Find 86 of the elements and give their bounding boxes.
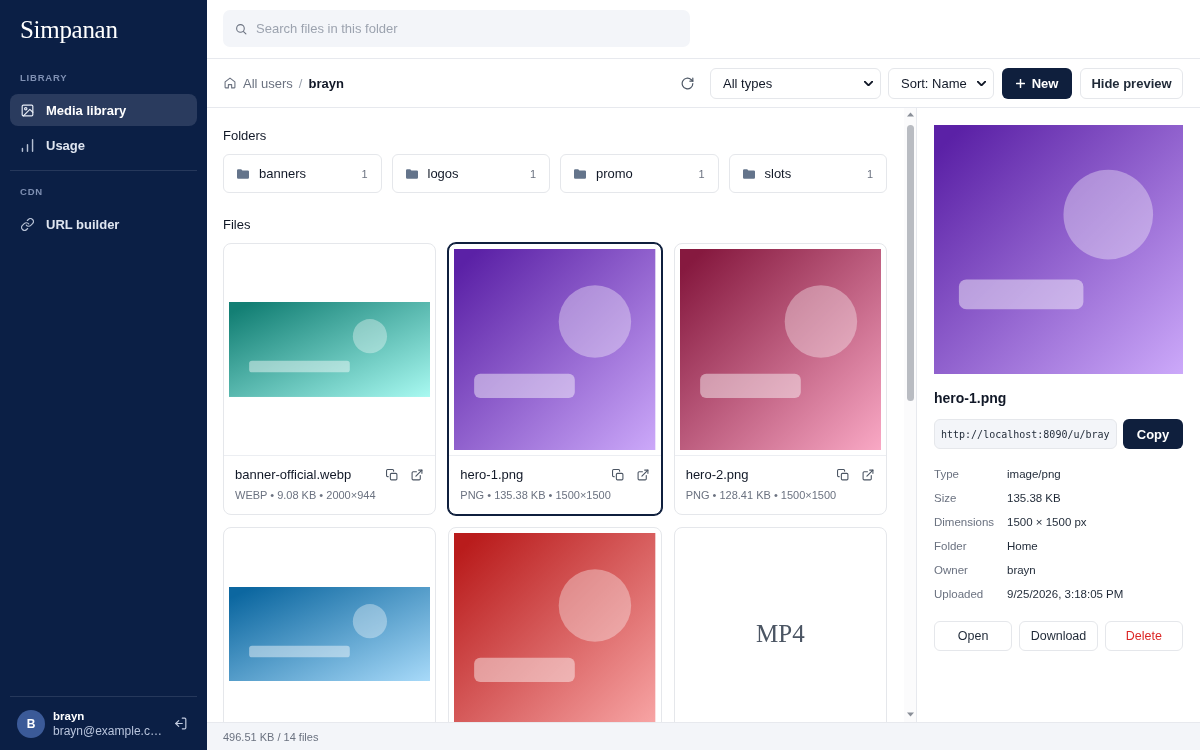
detail-label: Dimensions [934,515,996,530]
new-button[interactable]: New [1002,67,1072,99]
folder-count: 1 [698,167,705,180]
delete-button[interactable]: Delete [1104,621,1183,651]
folder-icon [742,168,755,179]
external-link-icon[interactable] [411,469,424,482]
file-meta: PNG • 128.41 KB • 1500×1500 [685,488,838,503]
download-button[interactable]: Download [1019,621,1098,651]
refresh-icon[interactable] [681,76,694,90]
scrollbar-thumb[interactable] [906,125,914,401]
home-icon[interactable] [224,77,236,89]
nav-item[interactable]: URL builder [10,208,197,240]
folder-icon [574,168,586,179]
folder-count: 1 [866,167,873,180]
file-name: hero-2.png [685,467,750,484]
user-name: brayn [53,708,85,723]
image-icon [21,103,34,117]
folder-name: banners [259,166,307,181]
detail-value: brayn [1007,563,1037,578]
user-avatar: B [17,709,45,738]
file-meta: PNG • 135.38 KB • 1500×1500 [460,488,612,503]
file-name: hero-1.png [460,467,525,484]
sort-dropdown[interactable]: Sort: Name [888,67,994,99]
chevron-down-icon [977,80,986,86]
logout-icon[interactable] [174,717,187,730]
storage-summary: 496.51 KB / 14 files [223,730,319,743]
copy-icon[interactable] [611,469,624,482]
detail-value: image/png [1007,467,1062,482]
detail-value: 135.38 KB [1007,491,1062,506]
type-filter-dropdown[interactable]: All types [710,67,881,99]
breadcrumb-separator: / [298,75,303,91]
folder-card[interactable]: logos 1 [391,154,550,193]
folder-count: 1 [361,167,368,180]
folder-name: slots [764,166,793,181]
folder-icon [405,168,418,179]
app-logo: Simpanan [20,15,118,45]
file-card[interactable]: hero-1.png PNG • 135.38 KB • 1500×1500 [448,243,662,516]
breadcrumb-current: brayn [308,75,344,91]
copy-icon[interactable] [837,469,849,482]
breadcrumb-link[interactable]: All users [243,75,293,91]
file-name: banner-official.webp [235,467,353,484]
file-card[interactable]: MP4 [673,527,887,722]
nav-item[interactable]: Media library [10,94,197,126]
search-field[interactable]: Search files in this folder [223,10,690,47]
section-label: CDN [19,187,43,197]
file-card[interactable]: hero-2.png PNG • 128.41 KB • 1500×1500 [673,243,887,516]
open-button[interactable]: Open [934,621,1013,651]
folder-card[interactable]: banners 1 [223,154,382,193]
chevron-down-icon [864,80,873,86]
file-card[interactable]: banner-official.webp WEBP • 9.08 KB • 2000×944 [223,243,437,516]
url-field[interactable]: http://localhost:8090/u/bray [934,419,1117,449]
section-label: LIBRARY [19,73,68,83]
scrollbar[interactable] [904,108,916,722]
detail-value: Home [1007,539,1039,554]
external-link-icon[interactable] [636,469,649,482]
link-icon [21,217,34,231]
detail-value: 9/25/2026, 3:18:05 PM [1007,587,1125,602]
folder-card[interactable]: promo 1 [560,154,719,193]
copy-icon[interactable] [386,469,399,482]
section-heading: Folders [223,128,268,144]
user-email: brayn@example.c… [53,723,162,739]
section-heading: Files [223,217,252,233]
folder-name: logos [427,166,460,181]
file-type-label: MP4 [756,620,805,648]
hide-preview-button[interactable]: Hide preview [1080,67,1183,99]
scroll-down-arrow-icon[interactable] [906,712,914,717]
folder-count: 1 [529,167,536,180]
nav-item[interactable]: Usage [10,129,197,161]
detail-value: 1500 × 1500 px [1007,515,1088,530]
plus-icon [1015,78,1025,88]
folder-icon [237,168,249,179]
bar-chart-icon [21,138,34,152]
folder-name: promo [596,166,634,181]
detail-label: Uploaded [934,587,985,602]
detail-label: Owner [934,563,969,578]
detail-label: Type [934,467,960,482]
external-link-icon[interactable] [862,469,874,482]
scroll-up-arrow-icon[interactable] [906,112,914,117]
detail-label: Size [934,491,958,506]
folder-card[interactable]: slots 1 [728,154,887,193]
search-icon [235,22,247,35]
file-meta: WEBP • 9.08 KB • 2000×944 [235,488,377,503]
file-card[interactable] [223,527,437,722]
copy-button[interactable]: Copy [1123,419,1183,449]
detail-label: Folder [934,539,968,554]
preview-file-name: hero-1.png [934,390,1008,406]
